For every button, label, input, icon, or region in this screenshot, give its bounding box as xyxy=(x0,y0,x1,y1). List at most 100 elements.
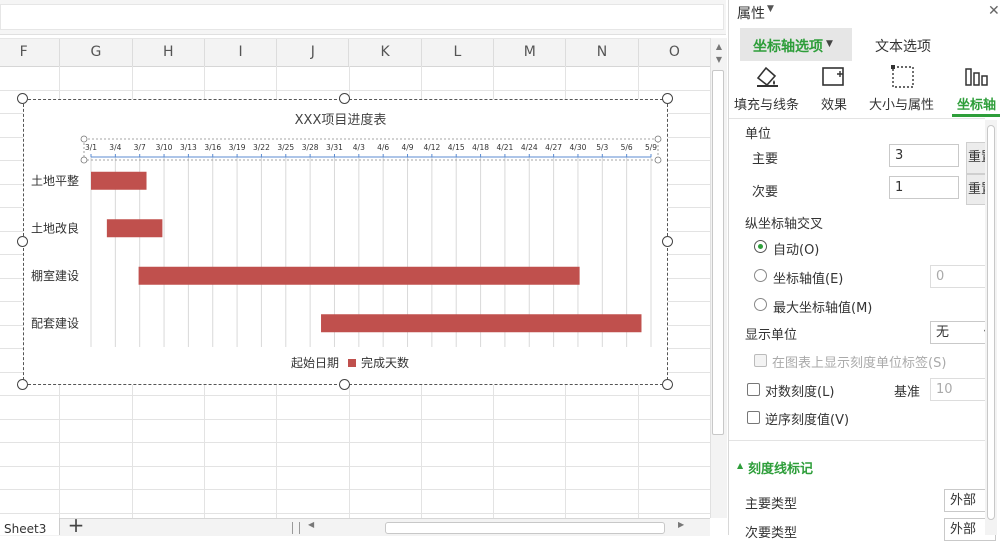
x-tick-label: 3/19 xyxy=(229,143,246,152)
x-tick-label: 4/24 xyxy=(521,143,538,152)
scroll-right-icon[interactable]: ▶ xyxy=(678,520,684,529)
radio-max-value[interactable] xyxy=(754,298,767,311)
resize-handle-bm[interactable] xyxy=(339,379,350,390)
axis-selection-handle xyxy=(80,156,88,164)
grid-hline xyxy=(0,395,710,396)
column-header-M[interactable]: M xyxy=(494,39,567,66)
base-label: 基准 xyxy=(894,385,921,400)
column-header-row: FGHIJKLMNO xyxy=(0,38,711,67)
panel-divider xyxy=(729,118,985,119)
chevron-down-icon: ▼ xyxy=(826,39,833,49)
cross-label: 纵坐标轴交叉 xyxy=(745,217,824,232)
axis-icon[interactable] xyxy=(964,65,990,89)
x-tick-label: 4/6 xyxy=(377,143,389,152)
subtab-axis[interactable]: 坐标轴 xyxy=(957,94,996,113)
close-icon[interactable]: ✕ xyxy=(988,3,1000,19)
grid-hline xyxy=(0,512,710,514)
grid-hline xyxy=(0,442,710,443)
radio-auto[interactable] xyxy=(754,240,767,253)
x-tick-label: 4/12 xyxy=(423,143,440,152)
display-unit-value: 无 xyxy=(936,325,950,340)
x-tick-label: 3/7 xyxy=(134,143,146,152)
minor-unit-input[interactable]: 1 xyxy=(889,176,959,199)
x-tick-label: 3/1 xyxy=(85,143,97,152)
size-properties-icon[interactable] xyxy=(890,64,916,90)
show-unit-checkbox[interactable] xyxy=(754,354,767,367)
x-tick-label: 3/28 xyxy=(302,143,319,152)
column-header-O[interactable]: O xyxy=(639,39,711,66)
x-tick-label: 5/6 xyxy=(621,143,633,152)
x-tick-label: 3/4 xyxy=(109,143,121,152)
x-tick-label: 4/21 xyxy=(496,143,513,152)
category-label: 棚室建设 xyxy=(31,268,79,283)
panel-divider-2 xyxy=(729,440,985,441)
column-header-J[interactable]: J xyxy=(277,39,350,66)
subtab-effects[interactable]: 效果 xyxy=(821,94,847,113)
formula-bar xyxy=(0,0,726,35)
effects-icon[interactable] xyxy=(821,65,847,89)
reverse-checkbox[interactable] xyxy=(747,411,760,424)
tab-text-options[interactable]: 文本选项 xyxy=(875,36,931,56)
resize-handle-tr[interactable] xyxy=(662,93,673,104)
unit-label: 单位 xyxy=(745,127,772,142)
tab-axis-options[interactable]: 坐标轴选项 ▼ xyxy=(740,28,852,61)
chart-plot: XXX项目进度表 3/1 3/4 3/7 3/10 3/13 3/16 3/19 3/22 3/2… xyxy=(31,112,662,370)
major-unit-input[interactable]: 3 xyxy=(889,144,959,167)
scroll-down-icon[interactable]: ▼ xyxy=(711,55,727,64)
legend-start-date: 起始日期 xyxy=(291,356,339,370)
x-tick-label: 5/3 xyxy=(596,143,608,152)
column-header-L[interactable]: L xyxy=(422,39,495,66)
column-header-F[interactable]: F xyxy=(0,39,61,66)
scroll-up-icon[interactable]: ▲ xyxy=(711,42,727,51)
column-header-G[interactable]: G xyxy=(60,39,133,66)
resize-handle-ml[interactable] xyxy=(17,236,28,247)
radio-max-value-label: 最大坐标轴值(M) xyxy=(773,301,873,316)
resize-handle-tm[interactable] xyxy=(339,93,350,104)
vertical-scroll-thumb[interactable] xyxy=(712,70,724,435)
tab-axis-options-label: 坐标轴选项 xyxy=(753,39,823,55)
log-scale-checkbox[interactable] xyxy=(747,383,760,396)
sheet-tab[interactable]: Sheet3 xyxy=(0,518,60,536)
chart-title: XXX项目进度表 xyxy=(295,112,387,128)
subtab-active-indicator xyxy=(952,114,1000,117)
resize-handle-br[interactable] xyxy=(662,379,673,390)
resize-handle-bl[interactable] xyxy=(17,379,28,390)
axis-selection-handle xyxy=(654,135,662,143)
panel-title-dropdown-icon[interactable]: ▼ xyxy=(767,4,774,14)
radio-axis-value[interactable] xyxy=(754,269,767,282)
column-header-K[interactable]: K xyxy=(350,39,422,66)
major-unit-label: 主要 xyxy=(752,152,779,167)
panel-title: 属性 xyxy=(737,6,765,22)
column-header-N[interactable]: N xyxy=(566,39,639,66)
x-tick-label: 4/15 xyxy=(448,143,465,152)
scroll-left-icon[interactable]: ◀ xyxy=(308,520,314,529)
radio-auto-label: 自动(O) xyxy=(773,243,820,258)
x-tick-label: 4/9 xyxy=(401,143,413,152)
split-handle[interactable] xyxy=(292,522,300,534)
subtab-fill-line[interactable]: 填充与线条 xyxy=(734,94,799,113)
axis-selection-handle xyxy=(654,156,662,164)
column-header-I[interactable]: I xyxy=(205,39,278,66)
tick-section-label[interactable]: 刻度线标记 xyxy=(748,458,813,477)
minor-type-label: 次要类型 xyxy=(745,526,798,541)
fill-line-icon[interactable] xyxy=(754,64,780,88)
resize-handle-tl[interactable] xyxy=(17,93,28,104)
formula-input[interactable] xyxy=(0,4,724,30)
x-tick-label: 3/16 xyxy=(204,143,221,152)
panel-scroll-thumb[interactable] xyxy=(987,125,995,520)
grid-hline xyxy=(0,89,710,91)
bar-土地改良 xyxy=(106,219,163,238)
horizontal-scroll-thumb[interactable] xyxy=(385,522,665,534)
resize-handle-mr[interactable] xyxy=(662,236,673,247)
minor-unit-label: 次要 xyxy=(752,185,779,200)
subtab-size-properties[interactable]: 大小与属性 xyxy=(869,94,934,113)
column-header-H[interactable]: H xyxy=(133,39,205,66)
log-scale-label: 对数刻度(L) xyxy=(765,385,835,400)
add-sheet-button[interactable]: + xyxy=(66,515,86,535)
x-tick-label: 3/22 xyxy=(253,143,270,152)
bar-配套建设 xyxy=(321,314,642,333)
section-expand-icon[interactable]: ▲ xyxy=(737,461,743,470)
grid-hline xyxy=(0,465,710,467)
radio-selected-dot xyxy=(758,244,763,249)
major-type-label: 主要类型 xyxy=(745,497,798,512)
